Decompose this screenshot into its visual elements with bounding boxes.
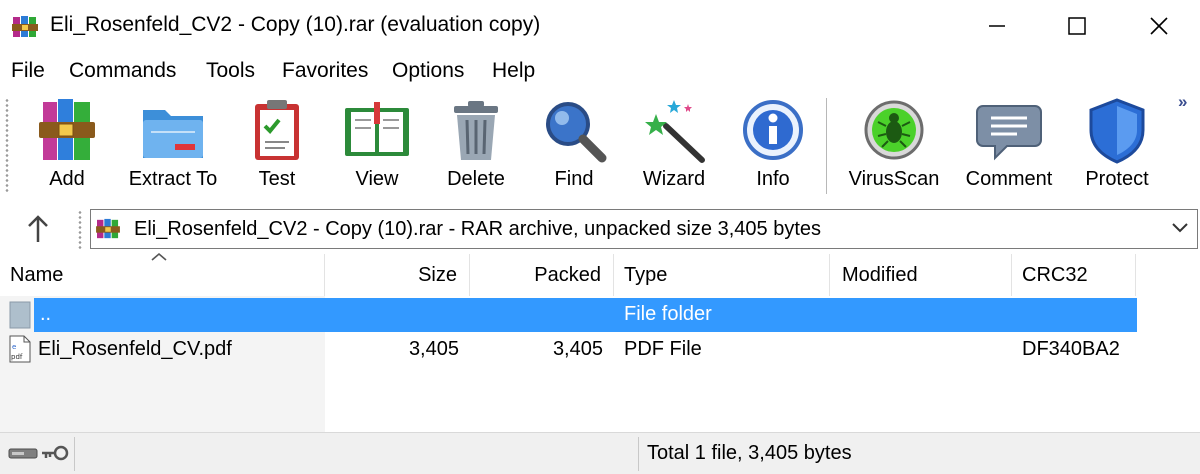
view-button[interactable]: View xyxy=(332,96,422,200)
menu-tools[interactable]: Tools xyxy=(206,59,255,83)
table-row-parent[interactable]: .. File folder xyxy=(0,298,1200,332)
extract-to-label: Extract To xyxy=(128,168,218,190)
winrar-books-icon xyxy=(12,16,38,37)
menu-options[interactable]: Options xyxy=(392,59,464,83)
toolbar-overflow-button[interactable]: » xyxy=(1178,92,1188,112)
folder-extract-icon xyxy=(143,110,203,158)
drive-icon xyxy=(8,448,38,459)
menu-favorites[interactable]: Favorites xyxy=(282,59,368,83)
close-button[interactable] xyxy=(1130,0,1188,52)
menu-help[interactable]: Help xyxy=(492,59,535,83)
status-text: Total 1 file, 3,405 bytes xyxy=(647,442,852,464)
toolbar: Add Extract To Test View Delete Find Wiz… xyxy=(0,92,1200,204)
column-modified-label: Modified xyxy=(842,264,918,286)
svg-text:e: e xyxy=(12,343,16,351)
toolbar-grip[interactable] xyxy=(5,98,9,192)
column-header-packed[interactable]: Packed xyxy=(470,254,614,296)
protect-label: Protect xyxy=(1085,168,1149,190)
column-header-name[interactable]: Name xyxy=(0,252,325,296)
menu-file[interactable]: File xyxy=(11,59,45,83)
up-arrow-icon[interactable] xyxy=(18,212,58,246)
books-add-icon xyxy=(39,99,95,160)
extract-to-button[interactable]: Extract To xyxy=(118,96,228,200)
pdf-file-icon: e pdf xyxy=(9,335,31,363)
column-header-modified[interactable]: Modified xyxy=(830,254,1012,296)
status-divider xyxy=(74,437,75,471)
magnifier-icon xyxy=(546,102,607,163)
shield-icon xyxy=(1089,98,1145,164)
info-icon xyxy=(743,100,803,160)
column-name-label: Name xyxy=(10,264,64,286)
maximize-icon xyxy=(1068,17,1086,35)
trash-can-icon xyxy=(454,101,498,160)
info-button[interactable]: Info xyxy=(734,96,812,200)
status-divider xyxy=(638,437,639,471)
status-bar: Total 1 file, 3,405 bytes xyxy=(0,432,1200,474)
wizard-label: Wizard xyxy=(642,168,706,190)
magic-wand-icon xyxy=(645,100,705,163)
column-packed-label: Packed xyxy=(534,264,601,286)
file-list: Name Size Packed Type Modified CRC32 .. … xyxy=(0,252,1200,432)
row-packed: 3,405 xyxy=(552,338,603,360)
table-row-file[interactable]: e pdf Eli_Rosenfeld_CV.pdf 3,405 3,405 P… xyxy=(0,333,1200,367)
menu-bar: File Commands Tools Favorites Options He… xyxy=(0,52,1200,92)
menu-commands[interactable]: Commands xyxy=(69,59,176,83)
row-name: Eli_Rosenfeld_CV.pdf xyxy=(38,338,232,360)
protect-button[interactable]: Protect xyxy=(1074,96,1160,200)
column-type-label: Type xyxy=(624,264,668,286)
folder-up-icon xyxy=(9,301,31,329)
address-grip[interactable] xyxy=(78,210,82,250)
column-crc32-label: CRC32 xyxy=(1022,264,1088,286)
address-text: Eli_Rosenfeld_CV2 - Copy (10).rar - RAR … xyxy=(134,218,821,240)
virusscan-button[interactable]: VirusScan xyxy=(842,96,946,200)
virusscan-label: VirusScan xyxy=(848,168,940,190)
column-header-size[interactable]: Size xyxy=(325,254,470,296)
comment-label: Comment xyxy=(965,168,1053,190)
view-label: View xyxy=(355,168,399,190)
comment-icon xyxy=(976,105,1042,161)
column-header-crc32[interactable]: CRC32 xyxy=(1012,254,1136,296)
row-name: .. xyxy=(40,303,52,325)
sort-ascending-icon xyxy=(151,252,167,261)
add-label: Add xyxy=(49,168,85,190)
bug-scan-icon xyxy=(864,100,924,160)
row-crc32: DF340BA2 xyxy=(1022,338,1120,360)
delete-button[interactable]: Delete xyxy=(436,96,516,200)
address-row: Eli_Rosenfeld_CV2 - Copy (10).rar - RAR … xyxy=(0,204,1200,254)
maximize-button[interactable] xyxy=(1048,0,1106,52)
find-label: Find xyxy=(554,168,594,190)
key-icon[interactable] xyxy=(40,443,70,463)
minimize-button[interactable] xyxy=(968,0,1026,52)
wizard-button[interactable]: Wizard xyxy=(630,96,718,200)
title-bar: Eli_Rosenfeld_CV2 - Copy (10).rar (evalu… xyxy=(0,0,1200,52)
test-label: Test xyxy=(258,168,296,190)
chevron-down-icon[interactable] xyxy=(1171,221,1189,235)
row-type: PDF File xyxy=(624,338,702,360)
toolbar-separator xyxy=(826,98,828,194)
find-button[interactable]: Find xyxy=(534,96,614,200)
row-selection-highlight xyxy=(34,298,1137,332)
clipboard-check-icon xyxy=(255,100,299,160)
svg-text:pdf: pdf xyxy=(11,353,23,361)
column-header-type[interactable]: Type xyxy=(614,254,830,296)
column-size-label: Size xyxy=(418,264,457,286)
info-label: Info xyxy=(756,168,790,190)
address-bar[interactable]: Eli_Rosenfeld_CV2 - Copy (10).rar - RAR … xyxy=(90,209,1198,249)
open-book-icon xyxy=(345,102,409,156)
archive-icon xyxy=(96,218,120,239)
test-button[interactable]: Test xyxy=(236,96,318,200)
add-button[interactable]: Add xyxy=(22,96,112,200)
window-title: Eli_Rosenfeld_CV2 - Copy (10).rar (evalu… xyxy=(50,13,541,36)
row-type: File folder xyxy=(624,303,712,325)
row-size: 3,405 xyxy=(408,338,459,360)
close-icon xyxy=(1150,17,1168,35)
delete-label: Delete xyxy=(447,168,505,190)
minimize-icon xyxy=(989,25,1005,27)
comment-button[interactable]: Comment xyxy=(956,96,1062,200)
